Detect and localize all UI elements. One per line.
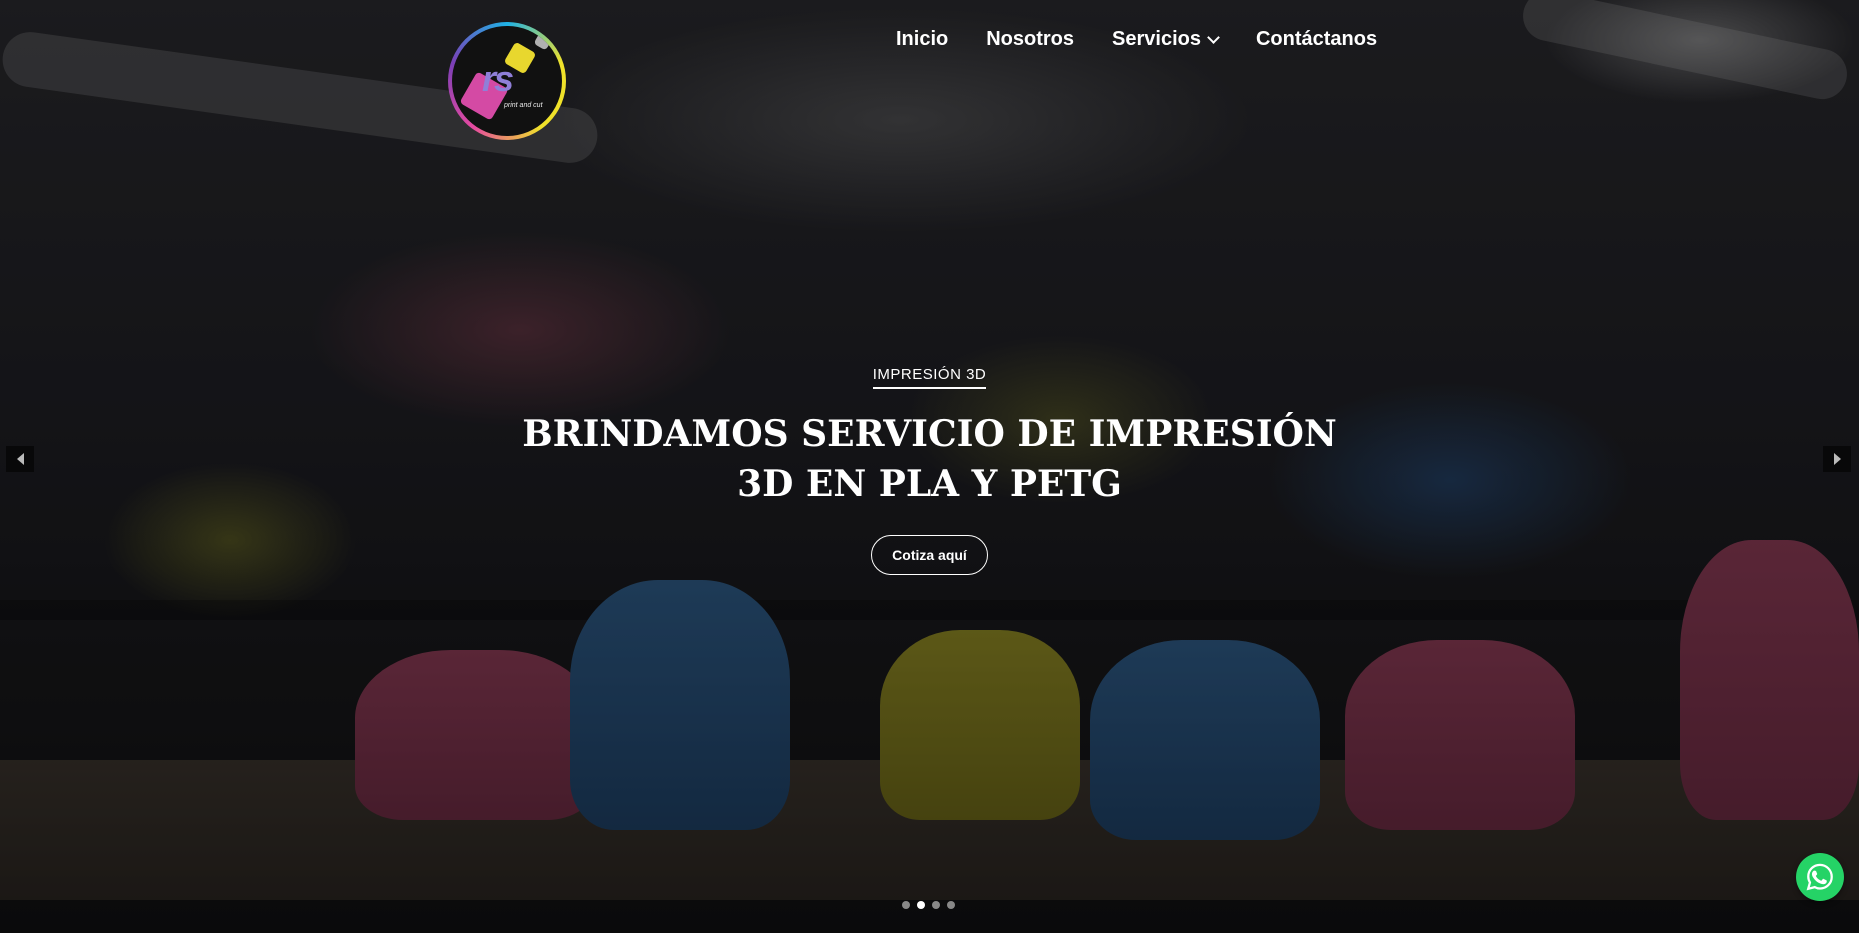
- nav-item-label: Servicios: [1112, 28, 1201, 50]
- nav-item-label: Contáctanos: [1255, 28, 1378, 50]
- nav-item-nosotros[interactable]: Nosotros: [986, 28, 1074, 51]
- slide-content: IMPRESIÓN 3D BRINDAMOS SERVICIO DE IMPRE…: [0, 366, 1859, 575]
- logo-mark: rs: [482, 58, 514, 99]
- nav-item-servicios[interactable]: Servicios: [1112, 28, 1220, 51]
- slider-dot-3[interactable]: [932, 901, 940, 909]
- slider-dot-4[interactable]: [947, 901, 955, 909]
- nav-item-contactanos[interactable]: Contáctanos: [1256, 28, 1377, 51]
- nav-item-inicio[interactable]: Inicio: [896, 28, 948, 51]
- main-nav: Inicio Nosotros Servicios Contáctanos: [896, 28, 1377, 51]
- slide-headline: BRINDAMOS SERVICIO DE IMPRESIÓN 3D EN PL…: [522, 413, 1337, 505]
- slider-dot-2[interactable]: [917, 901, 925, 909]
- nav-item-label: Inicio: [896, 28, 949, 50]
- chevron-down-icon: [1207, 30, 1220, 44]
- logo-tagline: print and cut: [504, 102, 543, 109]
- site-logo[interactable]: rs print and cut: [448, 22, 566, 140]
- slider-pagination: [902, 901, 955, 909]
- whatsapp-icon: [1806, 863, 1833, 891]
- slider-prev-button[interactable]: [6, 446, 34, 472]
- chevron-right-icon: [1833, 453, 1841, 465]
- nav-item-label: Nosotros: [986, 28, 1075, 50]
- slide-eyebrow: IMPRESIÓN 3D: [872, 366, 987, 389]
- chevron-left-icon: [16, 453, 24, 465]
- slider-next-button[interactable]: [1823, 446, 1851, 472]
- logo-badge: rs print and cut: [452, 26, 562, 136]
- slider-dot-1[interactable]: [902, 901, 910, 909]
- quote-button[interactable]: Cotiza aquí: [871, 535, 988, 575]
- whatsapp-button[interactable]: [1796, 853, 1844, 901]
